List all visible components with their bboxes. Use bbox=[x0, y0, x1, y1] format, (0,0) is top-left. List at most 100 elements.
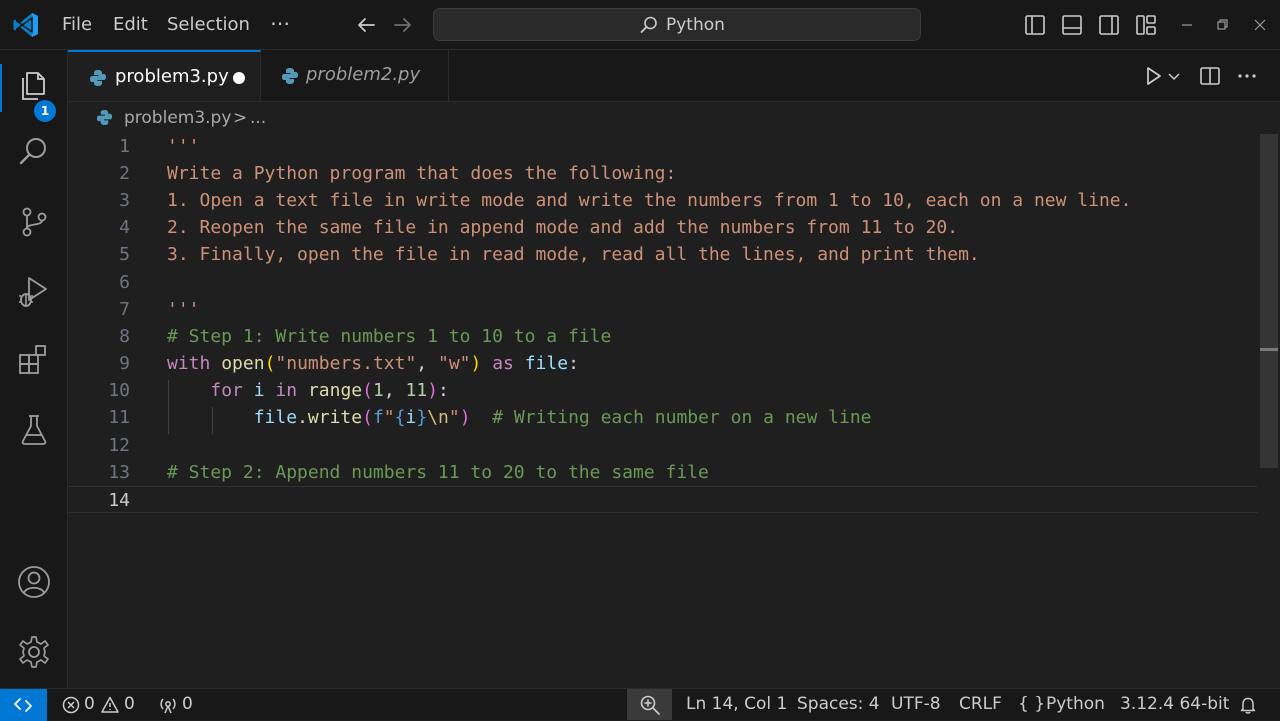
menu-file[interactable]: File bbox=[58, 12, 96, 38]
code-text: 3. Finally, open the file in read mode, … bbox=[167, 241, 980, 268]
python-file-icon bbox=[96, 109, 113, 126]
cursor-position[interactable]: Ln 14, Col 1 bbox=[686, 692, 787, 716]
zoom-button[interactable] bbox=[627, 689, 672, 720]
chevron-down-icon[interactable] bbox=[1165, 64, 1183, 88]
error-count[interactable]: 0 bbox=[84, 692, 95, 716]
split-editor-icon[interactable] bbox=[1198, 64, 1222, 88]
ports-count[interactable]: 0 bbox=[182, 692, 193, 716]
remote-icon bbox=[14, 698, 32, 712]
language-mode[interactable]: Python bbox=[1046, 692, 1105, 716]
code-line[interactable]: 6 bbox=[68, 269, 1258, 296]
run-debug-icon[interactable] bbox=[16, 274, 52, 310]
code-token: 2. Reopen the same file in append mode a… bbox=[167, 217, 959, 238]
extensions-icon[interactable] bbox=[16, 342, 52, 378]
line-number: 4 bbox=[119, 217, 130, 238]
menu-edit[interactable]: Edit bbox=[109, 12, 152, 38]
code-line[interactable]: 2 Write a Python program that does the fo… bbox=[68, 160, 1258, 187]
code-text: 2. Reopen the same file in append mode a… bbox=[167, 214, 958, 241]
search-view-icon[interactable] bbox=[16, 134, 52, 170]
code-token: for bbox=[210, 380, 243, 401]
activity-bar: 1 bbox=[0, 50, 68, 688]
source-control-icon[interactable] bbox=[16, 204, 52, 240]
code-token: : bbox=[568, 353, 579, 374]
customize-layout-icon[interactable] bbox=[1134, 13, 1158, 37]
line-number: 2 bbox=[119, 163, 130, 184]
toggle-panel-icon[interactable] bbox=[1060, 13, 1084, 37]
tab-problem2[interactable]: problem2.py bbox=[261, 50, 449, 101]
code-token: ) bbox=[470, 353, 482, 374]
code-line[interactable]: 10 for i in range(1, 11): bbox=[68, 377, 1258, 404]
command-center-search[interactable]: Python bbox=[433, 8, 921, 41]
toggle-primary-sidebar-icon[interactable] bbox=[1023, 13, 1047, 37]
ports-icon[interactable] bbox=[158, 695, 178, 715]
code-line[interactable]: 7 ''' bbox=[68, 296, 1258, 323]
code-token: . bbox=[297, 407, 308, 428]
code-token: as bbox=[492, 353, 514, 374]
scrollbar-thumb[interactable] bbox=[1260, 134, 1278, 468]
toggle-secondary-sidebar-icon[interactable] bbox=[1097, 13, 1121, 37]
tab-label: problem2.py bbox=[306, 64, 421, 85]
code-line[interactable]: 4 2. Reopen the same file in append mode … bbox=[68, 214, 1258, 241]
menu-more[interactable]: ⋯ bbox=[266, 10, 294, 36]
code-line[interactable]: 5 3. Finally, open the file in read mode,… bbox=[68, 241, 1258, 268]
code-line[interactable]: 8 # Step 1: Write numbers 1 to 10 to a fi… bbox=[68, 323, 1258, 350]
remote-button[interactable] bbox=[0, 689, 47, 721]
explorer-icon bbox=[22, 72, 45, 100]
end-of-line[interactable]: CRLF bbox=[959, 692, 1002, 716]
vscode-logo[interactable] bbox=[12, 11, 40, 39]
code-editor[interactable]: 1 ''' 2 Write a Python program that does th… bbox=[68, 134, 1280, 688]
python-interpreter[interactable]: 3.12.4 64-bit bbox=[1120, 692, 1229, 716]
explorer-button[interactable]: 1 bbox=[0, 64, 68, 122]
arrow-right-icon[interactable] bbox=[391, 13, 415, 37]
language-braces-icon[interactable]: { } bbox=[1018, 692, 1045, 716]
more-actions-icon[interactable] bbox=[1235, 64, 1259, 88]
code-line[interactable]: 12 bbox=[68, 432, 1258, 459]
indent-guide bbox=[168, 380, 169, 434]
line-number: 10 bbox=[108, 380, 130, 401]
line-number: 3 bbox=[119, 190, 130, 211]
line-number: 12 bbox=[108, 435, 130, 456]
code-line[interactable]: 13 # Step 2: Append numbers 11 to 20 to t… bbox=[68, 459, 1258, 486]
code-token: in bbox=[275, 380, 298, 401]
warning-icon[interactable] bbox=[100, 695, 120, 715]
code-line[interactable]: 14 bbox=[68, 486, 1258, 513]
vertical-scrollbar[interactable] bbox=[1258, 134, 1280, 688]
manage-gear-icon[interactable] bbox=[16, 634, 52, 670]
title-bar: File Edit Selection ⋯ Python bbox=[0, 0, 1280, 50]
code-text: # Step 1: Write numbers 1 to 10 to a fil… bbox=[167, 323, 611, 350]
warning-count[interactable]: 0 bbox=[124, 692, 135, 716]
code-token: # Step 2: Append numbers 11 to 20 to the… bbox=[167, 462, 709, 483]
code-line[interactable]: 9 with open("numbers.txt", "w") as file: bbox=[68, 350, 1258, 377]
testing-icon[interactable] bbox=[16, 412, 52, 448]
close-icon[interactable] bbox=[1250, 15, 1270, 35]
tab-problem3[interactable]: problem3.py bbox=[68, 50, 261, 101]
account-icon[interactable] bbox=[16, 564, 52, 600]
error-icon[interactable] bbox=[61, 695, 81, 715]
breadcrumb-more[interactable]: ... bbox=[250, 106, 266, 130]
status-bar: 0 0 0 Ln 14, Col 1 Spaces: 4 UTF-8 CRLF … bbox=[0, 688, 1280, 721]
arrow-left-icon[interactable] bbox=[354, 13, 378, 37]
search-icon bbox=[640, 16, 657, 33]
code-token: " bbox=[448, 407, 460, 428]
run-icon[interactable] bbox=[1141, 64, 1165, 88]
code-token: ''' bbox=[167, 299, 200, 320]
code-line[interactable]: 11 file.write(f"{i}\n") # Writing each n… bbox=[68, 404, 1258, 431]
code-line[interactable]: 3 1. Open a text file in write mode and w… bbox=[68, 187, 1258, 214]
indentation[interactable]: Spaces: 4 bbox=[797, 692, 880, 716]
menu-selection[interactable]: Selection bbox=[163, 12, 254, 38]
breadcrumb-file[interactable]: problem3.py bbox=[124, 106, 231, 130]
code-token: 11 bbox=[405, 380, 428, 401]
code-token: Write a Python program that does the fol… bbox=[167, 163, 677, 184]
restore-icon[interactable] bbox=[1212, 15, 1232, 35]
code-line[interactable]: 1 ''' bbox=[68, 133, 1258, 160]
unsaved-dot-icon[interactable] bbox=[233, 72, 245, 84]
code-token: ( bbox=[264, 353, 276, 374]
line-number: 1 bbox=[119, 136, 130, 157]
editor-tab-bar: problem3.py problem2.py bbox=[68, 50, 1280, 102]
minimize-icon[interactable] bbox=[1177, 15, 1197, 35]
bell-icon[interactable] bbox=[1238, 695, 1258, 715]
encoding[interactable]: UTF-8 bbox=[891, 692, 941, 716]
